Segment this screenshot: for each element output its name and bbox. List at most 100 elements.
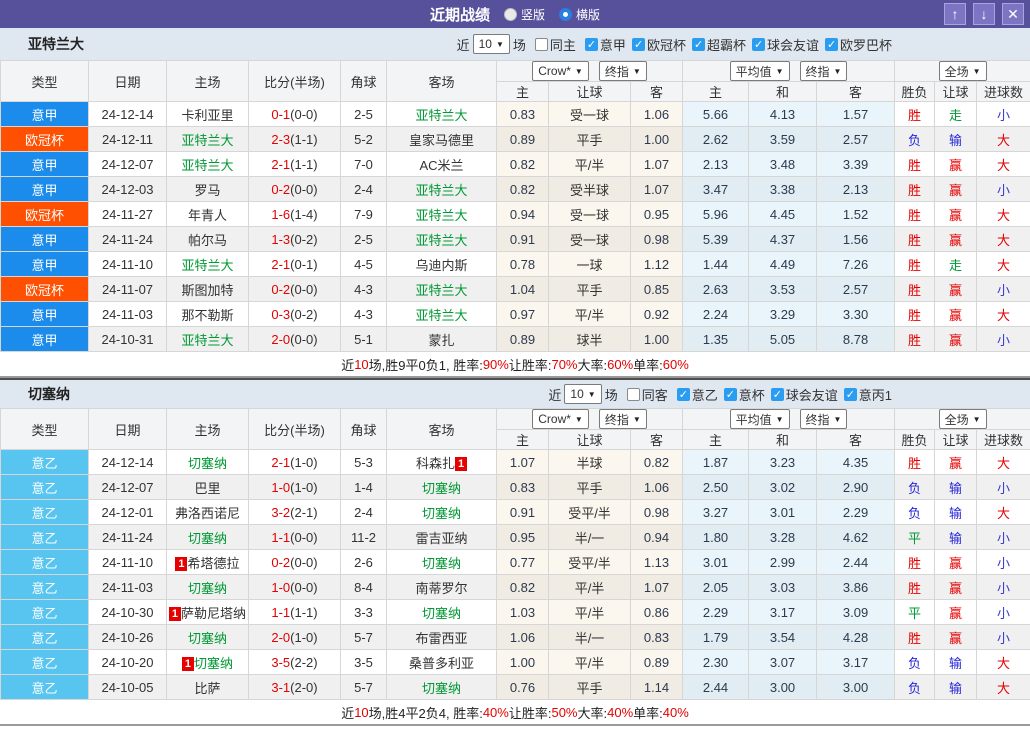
col-result-wl: 胜负 bbox=[894, 429, 936, 450]
league-checkbox[interactable]: 球会友谊 bbox=[765, 385, 838, 404]
checkbox-unchecked-icon[interactable] bbox=[626, 387, 640, 401]
radio-vertical-icon[interactable] bbox=[503, 7, 517, 21]
summary-text: 单率: bbox=[633, 357, 663, 373]
home-team: 那不勒斯 bbox=[166, 301, 249, 327]
match-score: 0-2(0-0) bbox=[248, 549, 341, 575]
full-match-select[interactable]: 全场 ▼ bbox=[938, 61, 987, 81]
league-checkbox[interactable]: 意甲 bbox=[579, 35, 626, 54]
corner-score: 4-3 bbox=[340, 276, 387, 302]
col-odds-away: 客 bbox=[629, 81, 684, 102]
odds-home: 0.82 bbox=[496, 574, 549, 600]
league-checkbox[interactable]: 欧罗巴杯 bbox=[819, 35, 892, 54]
result-goals: 小 bbox=[976, 176, 1030, 202]
close-button[interactable]: ✕ bbox=[1002, 3, 1024, 25]
checkbox-checked-icon[interactable] bbox=[676, 387, 690, 401]
checkbox-checked-icon[interactable] bbox=[723, 387, 737, 401]
odds-home: 0.78 bbox=[496, 251, 549, 277]
checkbox-checked-icon[interactable] bbox=[770, 387, 784, 401]
average-odds-select[interactable]: 平均值 ▼ bbox=[729, 409, 790, 429]
checkbox-checked-icon[interactable] bbox=[631, 37, 645, 51]
league-checkbox[interactable]: 意丙1 bbox=[838, 385, 892, 404]
move-down-button[interactable]: ↓ bbox=[973, 3, 995, 25]
avg-draw: 3.17 bbox=[748, 599, 818, 625]
league-checkbox[interactable]: 球会友谊 bbox=[746, 35, 819, 54]
away-team: 切塞纳 bbox=[386, 549, 497, 575]
full-match-select[interactable]: 全场 ▼ bbox=[938, 409, 987, 429]
move-up-button[interactable]: ↑ bbox=[944, 3, 966, 25]
checkbox-checked-icon[interactable] bbox=[691, 37, 705, 51]
odds-home: 0.76 bbox=[496, 674, 549, 700]
result-goals: 小 bbox=[976, 474, 1030, 500]
final-odds-select[interactable]: 终指 ▼ bbox=[598, 409, 647, 429]
league-checkbox[interactable]: 欧冠杯 bbox=[626, 35, 686, 54]
odds-home: 1.04 bbox=[496, 276, 549, 302]
result-goals: 小 bbox=[976, 624, 1030, 650]
chevron-down-icon: ▼ bbox=[833, 66, 842, 76]
summary-text: 50% bbox=[551, 704, 578, 720]
col-result-goals: 进球数 bbox=[976, 81, 1030, 102]
avg-away: 3.39 bbox=[816, 151, 896, 177]
match-count-select[interactable]: 10 ▼ bbox=[472, 34, 510, 54]
col-date: 日期 bbox=[88, 60, 167, 102]
up-arrow-icon: ↑ bbox=[951, 6, 959, 22]
crow-odds-select[interactable]: Crow* ▼ bbox=[532, 61, 589, 81]
league-badge: 意乙 bbox=[0, 624, 89, 650]
corner-score: 2-6 bbox=[340, 549, 387, 575]
crow-odds-select[interactable]: Crow* ▼ bbox=[532, 409, 589, 429]
checkbox-unchecked-icon[interactable] bbox=[534, 37, 548, 51]
final-odds-select-2[interactable]: 终指 ▼ bbox=[799, 409, 848, 429]
result-handicap: 赢 bbox=[934, 176, 978, 202]
league-checkbox[interactable]: 意杯 bbox=[718, 385, 765, 404]
checkbox-checked-icon[interactable] bbox=[824, 37, 838, 51]
match-score: 2-0(1-0) bbox=[248, 624, 341, 650]
avg-home: 2.05 bbox=[682, 574, 750, 600]
radio-horizontal-icon[interactable] bbox=[559, 7, 572, 21]
league-badge: 意乙 bbox=[0, 599, 89, 625]
col-avg-away: 客 bbox=[816, 429, 896, 450]
odds-away: 0.94 bbox=[629, 524, 684, 550]
same-venue-checkbox[interactable]: 同客 bbox=[621, 385, 668, 404]
checkbox-checked-icon[interactable] bbox=[584, 37, 598, 51]
avg-home: 1.80 bbox=[682, 524, 750, 550]
result-winlose: 胜 bbox=[894, 151, 936, 177]
match-score: 2-1(1-1) bbox=[248, 151, 341, 177]
summary-text: 单率: bbox=[633, 705, 663, 721]
radio-horizontal[interactable]: 横版 bbox=[559, 6, 600, 23]
league-badge: 意乙 bbox=[0, 674, 89, 700]
same-venue-checkbox[interactable]: 同主 bbox=[529, 35, 576, 54]
result-goals: 小 bbox=[976, 276, 1030, 302]
result-winlose: 胜 bbox=[894, 176, 936, 202]
red-card-badge: 1 bbox=[175, 556, 188, 571]
home-team: 切塞纳 bbox=[166, 574, 249, 600]
corner-score: 2-4 bbox=[340, 499, 387, 525]
league-checkbox[interactable]: 意乙 bbox=[671, 385, 718, 404]
result-handicap: 输 bbox=[934, 524, 978, 550]
result-handicap: 输 bbox=[934, 126, 978, 152]
col-score: 比分(半场) bbox=[248, 408, 341, 450]
league-checkbox[interactable]: 超霸杯 bbox=[686, 35, 746, 54]
result-goals: 大 bbox=[976, 301, 1030, 327]
away-team: 亚特兰大 bbox=[386, 301, 497, 327]
odds-away: 0.82 bbox=[629, 449, 684, 475]
away-team: 切塞纳 bbox=[386, 499, 497, 525]
match-date: 24-10-26 bbox=[88, 624, 167, 650]
final-odds-select-2[interactable]: 终指 ▼ bbox=[799, 61, 848, 81]
home-team: 1 萨勒尼塔纳 bbox=[166, 599, 249, 625]
match-row: 意乙 24-11-03 切塞纳 1-0(0-0) 8-4 南蒂罗尔 0.82 平… bbox=[0, 574, 1030, 600]
result-goals: 大 bbox=[976, 126, 1030, 152]
radio-vertical[interactable]: 竖版 bbox=[503, 6, 545, 23]
away-team: 乌迪内斯 bbox=[386, 251, 497, 277]
final-odds-select[interactable]: 终指 ▼ bbox=[598, 61, 647, 81]
avg-away: 2.57 bbox=[816, 126, 896, 152]
col-avg-away: 客 bbox=[816, 81, 896, 102]
result-goals: 小 bbox=[976, 574, 1030, 600]
match-count-select[interactable]: 10 ▼ bbox=[564, 384, 602, 404]
checkbox-checked-icon[interactable] bbox=[843, 387, 857, 401]
odds-handicap: 半球 bbox=[548, 449, 631, 475]
average-odds-select[interactable]: 平均值 ▼ bbox=[729, 61, 790, 81]
checkbox-checked-icon[interactable] bbox=[751, 37, 765, 51]
avg-draw: 3.23 bbox=[748, 449, 818, 475]
result-handicap: 赢 bbox=[934, 549, 978, 575]
match-date: 24-10-30 bbox=[88, 599, 167, 625]
odds-handicap: 球半 bbox=[548, 326, 631, 352]
